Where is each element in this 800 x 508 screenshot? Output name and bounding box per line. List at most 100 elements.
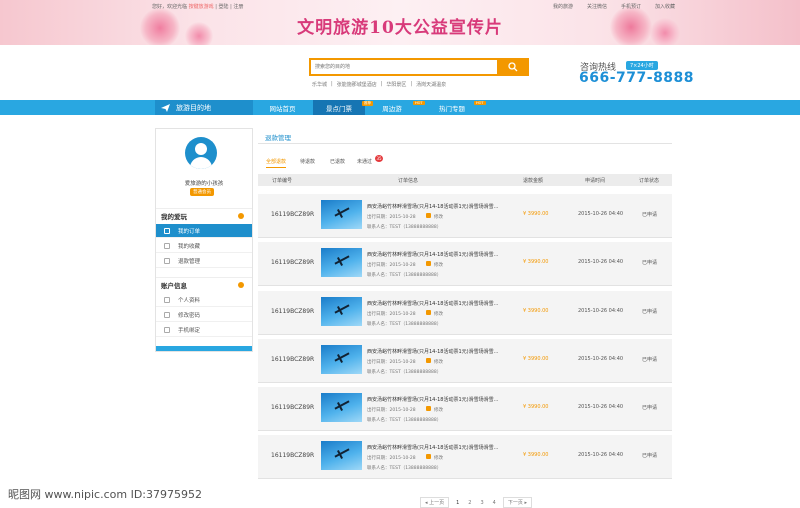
order-number[interactable]: 16119BCZ89R [271,259,314,266]
nav-home[interactable]: 网站首页 [259,100,306,115]
login-link[interactable]: 按键放游戏 [189,4,214,10]
prev-page-button[interactable]: ◂ 上一页 [420,497,450,508]
product-thumbnail[interactable] [321,200,362,229]
product-title[interactable]: 西安汤峪竹林畔滑雪场(只月14-18活动票1元)滑雪场滑雪... [367,396,507,403]
destination-label: 旅游目的地 [176,103,211,112]
table-row[interactable]: 16119BCZ89R 西安汤峪竹林畔滑雪场(只月14-18活动票1元)滑雪场滑… [258,291,672,335]
product-thumbnail[interactable] [321,441,362,470]
apply-time: 2015-10-26 04:40 [578,356,624,362]
search-button[interactable] [497,58,529,76]
mobile-booking-link[interactable]: 手机预订 [621,3,641,10]
order-number[interactable]: 16119BCZ89R [271,308,314,315]
refund-amount: ¥ 3990.00 [523,404,549,410]
edit-link[interactable]: 修改 [434,311,443,317]
column-header: 订单状态 [639,178,660,184]
tab-rejected[interactable]: 未通过 [357,158,372,165]
apply-time: 2015-10-26 04:40 [578,259,624,265]
edit-icon[interactable] [426,454,431,459]
sidebar-item-label: 修改密码 [178,312,201,319]
destination-menu[interactable]: 旅游目的地 [155,100,253,115]
edit-link[interactable]: 修改 [434,262,443,268]
travel-date: 出行日期：2015-10-28 [367,263,416,268]
travel-date: 出行日期：2015-10-28 [367,312,416,317]
page-number[interactable]: 4 [491,499,498,507]
login-button[interactable]: 登陆 [219,4,229,10]
order-number[interactable]: 16119BCZ89R [271,356,314,363]
order-number[interactable]: 16119BCZ89R [271,452,314,459]
nav-nearby[interactable]: 周边游 [372,100,412,115]
refund-icon [164,258,170,264]
contact-info: 联系人名：TEST（13888888888） [367,418,442,423]
product-thumbnail[interactable] [321,393,362,422]
edit-link[interactable]: 修改 [434,359,443,365]
hot-word[interactable]: 汤岗天湖温泉 [416,81,446,88]
edit-link[interactable]: 修改 [434,455,443,461]
edit-icon[interactable] [426,261,431,266]
order-status: 已申请 [642,357,658,363]
table-row[interactable]: 16119BCZ89R 西安汤峪竹林畔滑雪场(只月14-18活动票1元)滑雪场滑… [258,242,672,286]
sidebar-item-password[interactable]: 修改密码 [156,308,252,322]
add-favorite-link[interactable]: 加入收藏 [655,3,675,10]
plane-icon [161,103,170,112]
search-icon [508,62,518,72]
table-header: 订单编号 订单信息 退款金额 申请时间 订单状态 [258,174,672,186]
product-title[interactable]: 西安汤峪竹林畔滑雪场(只月14-18活动票1元)滑雪场滑雪... [367,251,507,258]
hot-word[interactable]: 张能施那城堡酒店 [337,81,377,88]
sidebar-item-phone[interactable]: 手机绑定 [156,323,252,337]
banner-title[interactable]: 文明旅游10大公益宣传片 [0,13,800,38]
sidebar-item-profile[interactable]: 个人资料 [156,293,252,307]
section-my-travel[interactable]: 我的爱玩 [156,208,252,222]
page-number[interactable]: 1 [454,499,461,507]
tab-all-refunds[interactable]: 全部退款 [266,158,287,168]
tab-pending-refunds[interactable]: 待退款 [300,158,315,165]
hot-word[interactable]: 华阳景区 [386,81,406,88]
sidebar-item-my-orders[interactable]: 我的订单 [156,224,252,238]
product-thumbnail[interactable] [321,345,362,374]
next-page-button[interactable]: 下一页 ▸ [502,497,532,508]
table-row[interactable]: 16119BCZ89R 西安汤峪竹林畔滑雪场(只月14-18活动票1元)滑雪场滑… [258,194,672,238]
table-row[interactable]: 16119BCZ89R 西安汤峪竹林畔滑雪场(只月14-18活动票1元)滑雪场滑… [258,435,672,479]
search-input[interactable] [311,60,497,74]
hot-tag: HOT [413,101,425,105]
edit-icon[interactable] [426,406,431,411]
signup-button[interactable]: 注册 [233,4,243,10]
my-travel-link[interactable]: 我的旅游 [553,3,573,10]
table-row[interactable]: 16119BCZ89R 西安汤峪竹林畔滑雪场(只月14-18活动票1元)滑雪场滑… [258,387,672,431]
apply-time: 2015-10-26 04:40 [578,452,624,458]
product-thumbnail[interactable] [321,248,362,277]
hotline-number: 666-777-8888 [579,70,695,86]
collapse-icon[interactable] [238,282,244,288]
product-title[interactable]: 西安汤峪竹林畔滑雪场(只月14-18活动票1元)滑雪场滑雪... [367,300,507,307]
product-thumbnail[interactable] [321,297,362,326]
collapse-icon[interactable] [238,213,244,219]
wechat-link[interactable]: 关注微信 [587,3,607,10]
hot-word[interactable]: 乐华城 [312,81,327,88]
nav-topics[interactable]: 热门专题 [430,100,474,115]
edit-link[interactable]: 修改 [434,214,443,220]
page-number[interactable]: 2 [466,499,473,507]
section-account-info[interactable]: 账户信息 [156,277,252,291]
sidebar-item-favorites[interactable]: 我的收藏 [156,239,252,253]
contact-info: 联系人名：TEST（13888888888） [367,273,442,278]
contact-info: 联系人名：TEST（13888888888） [367,466,442,471]
product-title[interactable]: 西安汤峪竹林畔滑雪场(只月14-18活动票1元)滑雪场滑雪... [367,348,507,355]
edit-icon[interactable] [426,310,431,315]
product-title[interactable]: 西安汤峪竹林畔滑雪场(只月14-18活动票1元)滑雪场滑雪... [367,444,507,451]
topbar-login: 您好，欢迎光临 按键放游戏 | 登陆 | 注册 [152,3,243,10]
user-avatar-icon[interactable] [185,137,217,169]
order-number[interactable]: 16119BCZ89R [271,404,314,411]
section-title: 我的爱玩 [161,212,187,221]
product-title[interactable]: 西安汤峪竹林畔滑雪场(只月14-18活动票1元)滑雪场滑雪... [367,203,507,210]
sidebar-item-refunds[interactable]: 退款管理 [156,254,252,268]
edit-link[interactable]: 修改 [434,407,443,413]
nav-tickets[interactable]: 景点门票 [313,100,365,115]
refund-amount: ¥ 3990.00 [523,259,549,265]
tab-refunded[interactable]: 已退款 [330,158,345,165]
page-number[interactable]: 3 [478,499,485,507]
travel-date: 出行日期：2015-10-28 [367,215,416,220]
contact-info: 联系人名：TEST（13888888888） [367,370,442,375]
edit-icon[interactable] [426,358,431,363]
table-row[interactable]: 16119BCZ89R 西安汤峪竹林畔滑雪场(只月14-18活动票1元)滑雪场滑… [258,339,672,383]
edit-icon[interactable] [426,213,431,218]
order-number[interactable]: 16119BCZ89R [271,211,314,218]
